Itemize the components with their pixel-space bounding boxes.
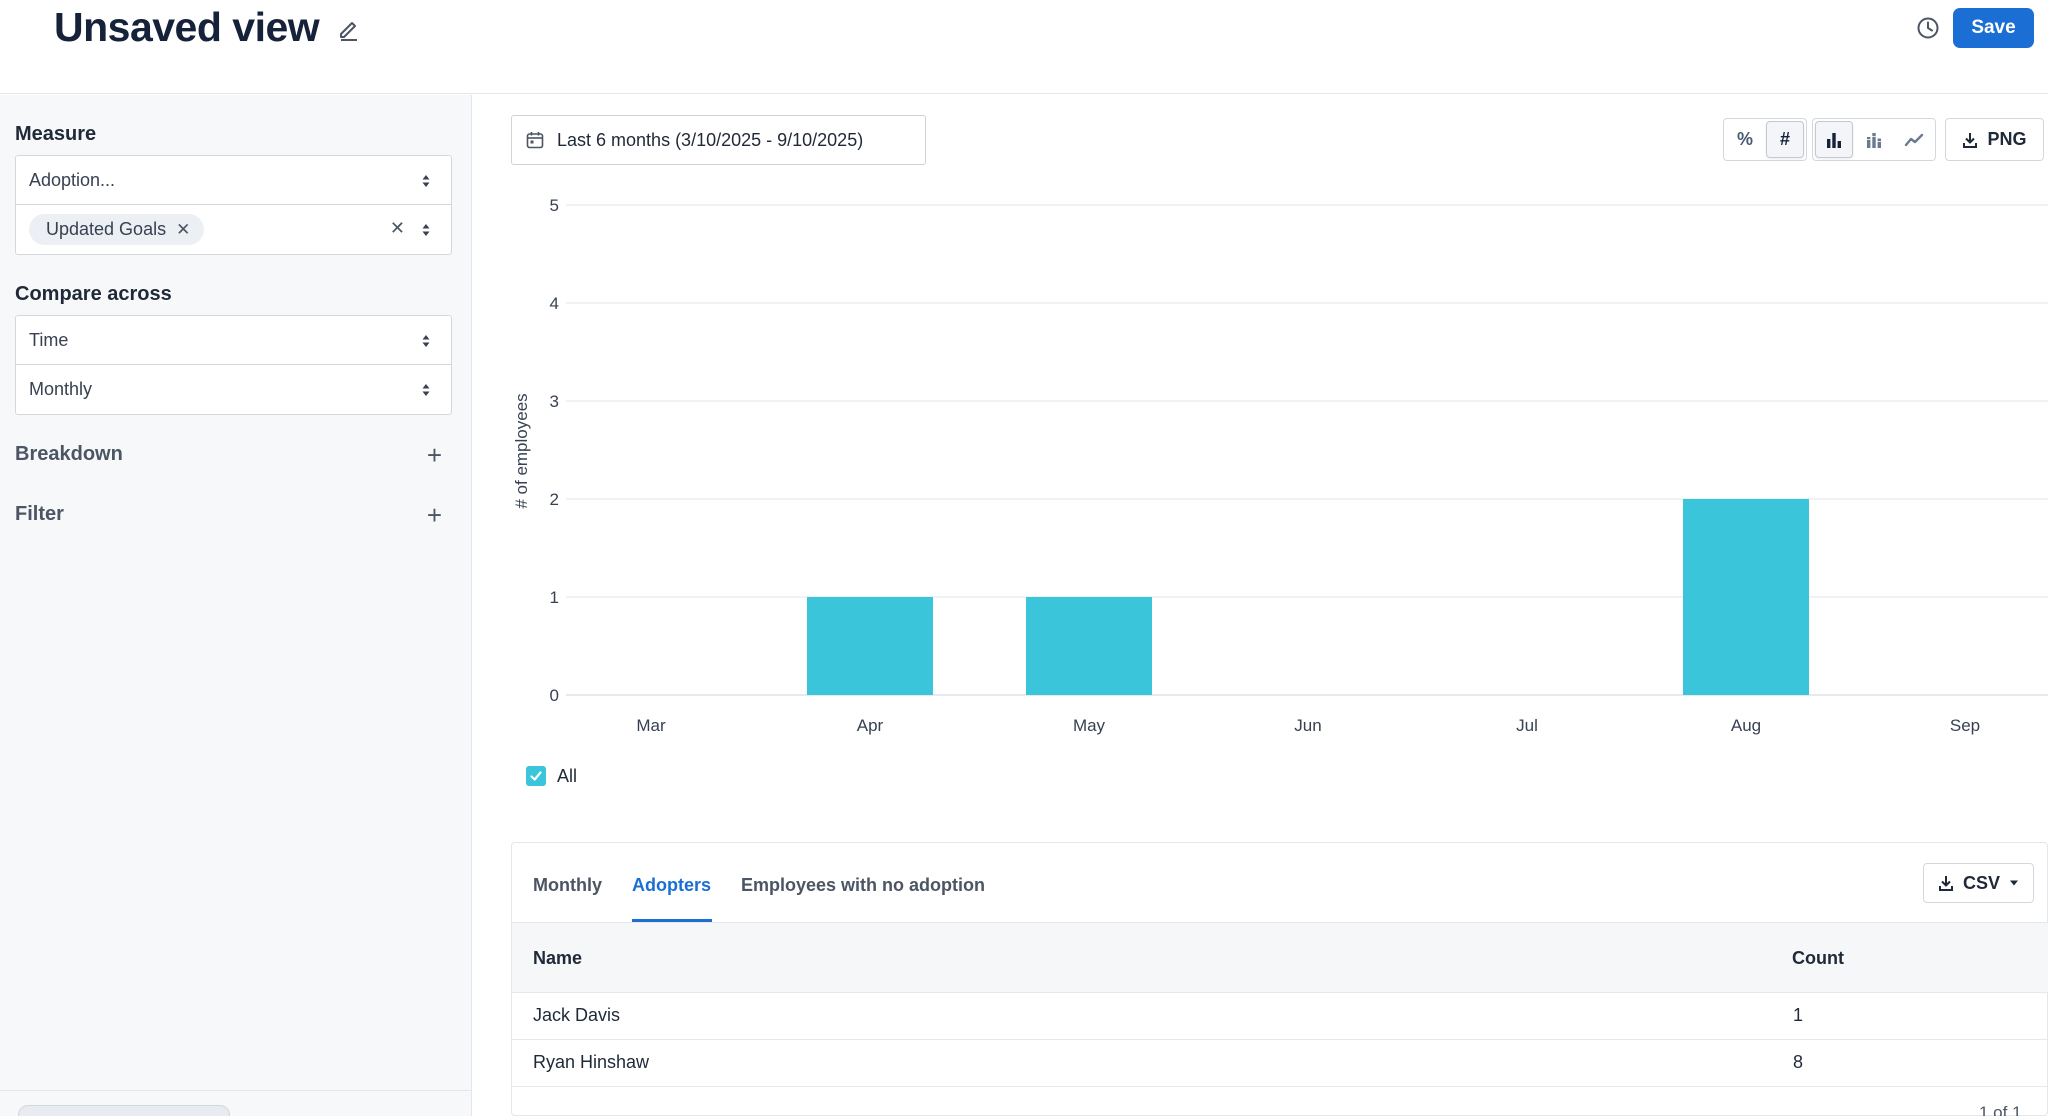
y-tick-label: 1 — [550, 588, 559, 607]
sidebar-footer — [0, 1090, 471, 1116]
bar-chart: 0 1 2 3 4 5 Mar Apr May Jun Jul Aug Sep # of employ… — [512, 196, 2048, 735]
tab-adopters[interactable]: Adopters — [632, 875, 711, 896]
checkbox-checked-icon[interactable] — [526, 766, 546, 786]
cell-count: 1 — [1793, 1005, 1804, 1025]
column-header-count[interactable]: Count — [1792, 948, 1844, 969]
y-axis-label: # of employees — [512, 393, 531, 508]
y-tick-label: 5 — [550, 196, 559, 215]
x-tick-label: Mar — [636, 716, 666, 735]
y-axis-ticks: 0 1 2 3 4 5 — [550, 196, 559, 705]
results-table-panel: Monthly Adopters Employees with no adopt… — [511, 842, 2048, 1116]
tab-monthly[interactable]: Monthly — [533, 875, 602, 896]
x-tick-label: May — [1073, 716, 1106, 735]
bar-apr[interactable] — [807, 597, 933, 695]
x-tick-label: Sep — [1950, 716, 1980, 735]
bar-may[interactable] — [1026, 597, 1152, 695]
legend-item-all[interactable]: All — [526, 764, 577, 788]
x-tick-label: Jun — [1294, 716, 1321, 735]
footer-button[interactable] — [18, 1105, 230, 1116]
cell-count: 8 — [1793, 1052, 1804, 1072]
x-tick-label: Jul — [1516, 716, 1538, 735]
x-axis-ticks: Mar Apr May Jun Jul Aug Sep — [636, 716, 1980, 735]
x-tick-label: Aug — [1731, 716, 1761, 735]
table-row: Jack Davis 1 — [512, 993, 2048, 1040]
y-tick-label: 2 — [550, 490, 559, 509]
y-tick-label: 0 — [550, 686, 559, 705]
tab-employees-with-no-adoption[interactable]: Employees with no adoption — [741, 875, 985, 896]
cell-name: Jack Davis — [533, 1005, 621, 1025]
download-icon — [1938, 876, 1953, 891]
legend-label: All — [557, 765, 578, 786]
bar-aug[interactable] — [1683, 499, 1809, 695]
caret-down-icon — [2010, 880, 2018, 886]
x-tick-label: Apr — [857, 716, 884, 735]
pagination-label: 1 of 1 — [1979, 1103, 2022, 1116]
y-tick-label: 3 — [550, 392, 559, 411]
table-header-row: Name Count — [512, 922, 2048, 993]
cell-name: Ryan Hinshaw — [533, 1052, 650, 1072]
y-tick-label: 4 — [550, 294, 559, 313]
download-csv-button[interactable]: CSV — [1923, 863, 2034, 903]
table-row: Ryan Hinshaw 8 — [512, 1040, 2048, 1087]
column-header-name[interactable]: Name — [533, 948, 582, 969]
download-csv-label: CSV — [1962, 872, 2000, 893]
grid-lines — [566, 204, 2048, 696]
